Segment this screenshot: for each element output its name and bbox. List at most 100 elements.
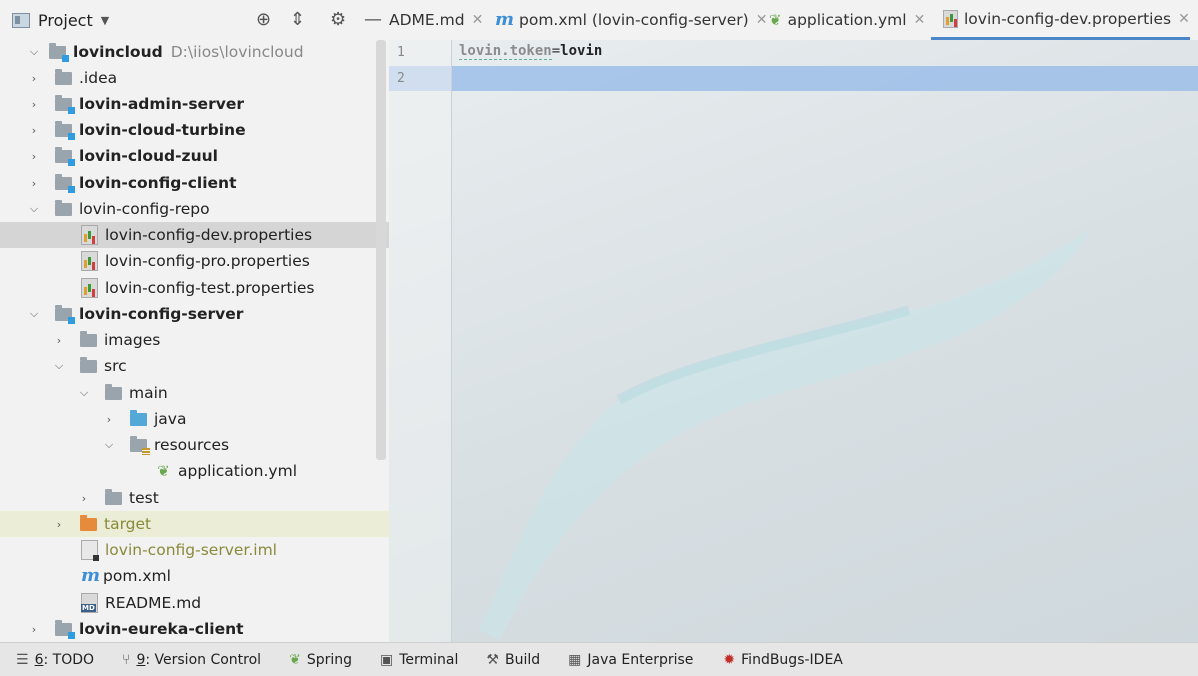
tab-lovin-config-dev-properties[interactable]: lovin-config-dev.properties ✕ (931, 0, 1190, 40)
chevron-right-icon[interactable]: › (102, 413, 116, 426)
spring-button[interactable]: ❦ Spring (289, 652, 352, 668)
code-editor[interactable]: 1 2 lovin.token=lovin (389, 40, 1198, 642)
chevron-right-icon[interactable]: › (27, 98, 41, 111)
maven-icon: m (495, 9, 515, 30)
tool-label: Spring (306, 651, 352, 668)
tree-node-lovin-config-test-properties[interactable]: lovin-config-test.properties (0, 275, 389, 301)
tab-application-yml[interactable]: ❦ application.yml ✕ (769, 0, 925, 40)
locate-icon[interactable]: ⊕ (256, 10, 271, 30)
tree-scrollbar[interactable] (376, 40, 386, 460)
tree-node-application-yml[interactable]: ❦ application.yml (0, 458, 389, 484)
tree-node-lovin-cloud-turbine[interactable]: › lovin-cloud-turbine (0, 117, 389, 143)
folder-icon (80, 356, 97, 373)
code-line[interactable]: lovin.token=lovin (459, 43, 603, 60)
tree-node-test[interactable]: › test (0, 485, 389, 511)
background-image (479, 230, 1089, 640)
chevron-right-icon[interactable]: › (77, 492, 91, 505)
tab-readme[interactable]: ADME.md ✕ (389, 0, 483, 40)
properties-file-icon (81, 251, 98, 271)
tree-node-lovin-config-client[interactable]: › lovin-config-client (0, 170, 389, 196)
project-view-selector[interactable]: Project ▼ (12, 11, 109, 30)
chevron-right-icon[interactable]: › (27, 124, 41, 137)
tree-node-lovin-eureka-client[interactable]: › lovin-eureka-client (0, 616, 389, 642)
tool-label: FindBugs-IDEA (741, 651, 843, 668)
tree-node-images[interactable]: › images (0, 327, 389, 353)
build-button[interactable]: ⚒ Build (486, 652, 540, 668)
tree-node-label: target (104, 515, 152, 533)
tree-node-lovin-admin-server[interactable]: › lovin-admin-server (0, 91, 389, 117)
tool-window-bar: ☰ 6: TODO ⑂ 9: Version Control ❦ Spring … (0, 642, 1198, 676)
close-icon[interactable]: ✕ (756, 12, 768, 28)
tree-node-idea[interactable]: › .idea (0, 65, 389, 91)
tab-pom-xml[interactable]: m pom.xml (lovin-config-server) ✕ (495, 0, 767, 40)
terminal-icon: ▣ (380, 651, 394, 668)
tree-node-resources[interactable]: ⌵ resources (0, 432, 389, 458)
chevron-down-icon[interactable]: ⌵ (77, 386, 91, 400)
excluded-folder-icon (80, 514, 97, 531)
chevron-down-icon: ▼ (100, 13, 110, 27)
close-icon[interactable]: ✕ (1178, 11, 1190, 27)
folder-icon (105, 488, 122, 505)
module-folder-icon (49, 42, 69, 62)
findbugs-button[interactable]: ✹ FindBugs-IDEA (723, 652, 842, 668)
tree-node-readme[interactable]: README.md (0, 590, 389, 616)
tree-node-label: lovincloud (73, 43, 163, 61)
chevron-right-icon[interactable]: › (52, 518, 66, 531)
close-icon[interactable]: ✕ (472, 12, 484, 28)
close-icon[interactable]: ✕ (914, 12, 926, 28)
tree-node-label: pom.xml (103, 567, 171, 585)
hammer-icon: ⚒ (486, 651, 499, 668)
chevron-down-icon[interactable]: ⌵ (52, 359, 66, 373)
module-folder-icon (55, 146, 75, 166)
folder-icon (80, 330, 97, 347)
todo-button[interactable]: ☰ 6: TODO (16, 652, 94, 668)
chevron-right-icon[interactable]: › (27, 150, 41, 163)
tree-node-pom-xml[interactable]: m pom.xml (0, 563, 389, 589)
hide-icon[interactable]: — (364, 10, 382, 30)
maven-icon: m (81, 565, 101, 586)
module-folder-icon (55, 304, 75, 324)
tree-node-target[interactable]: › target (0, 511, 389, 537)
tree-node-label: lovin-config-server.iml (105, 541, 277, 559)
tree-node-lovin-config-server[interactable]: ⌵ lovin-config-server (0, 301, 389, 327)
tool-label: Java Enterprise (587, 651, 694, 668)
tree-node-lovin-config-pro-properties[interactable]: lovin-config-pro.properties (0, 248, 389, 274)
chevron-right-icon[interactable]: › (27, 623, 41, 636)
tree-node-label: lovin-config-test.properties (105, 279, 315, 297)
version-control-button[interactable]: ⑂ 9: Version Control (122, 652, 261, 668)
gear-icon[interactable]: ⚙ (330, 10, 346, 30)
tree-node-label: lovin-config-server (79, 305, 244, 323)
chevron-right-icon[interactable]: › (27, 177, 41, 190)
tree-node-label: lovin-config-dev.properties (105, 226, 313, 244)
line-number: 2 (397, 71, 405, 86)
tree-node-lovin-config-dev-properties[interactable]: lovin-config-dev.properties (0, 222, 389, 248)
chevron-down-icon[interactable]: ⌵ (102, 438, 116, 452)
chevron-right-icon[interactable]: › (27, 72, 41, 85)
editor-tab-bar: ADME.md ✕ m pom.xml (lovin-config-server… (389, 0, 1198, 41)
tree-node-src[interactable]: ⌵ src (0, 353, 389, 379)
list-icon: ☰ (16, 651, 29, 668)
java-enterprise-button[interactable]: ▦ Java Enterprise (568, 652, 693, 668)
tree-node-lovin-config-repo[interactable]: ⌵ lovin-config-repo (0, 196, 389, 222)
tree-node-label: lovin-cloud-turbine (79, 121, 246, 139)
tree-node-label: .idea (79, 69, 118, 87)
tree-node-main[interactable]: ⌵ main (0, 380, 389, 406)
tree-node-label: lovin-eureka-client (79, 620, 244, 638)
module-folder-icon (55, 619, 75, 639)
terminal-button[interactable]: ▣ Terminal (380, 652, 458, 668)
tree-node-lovin-cloud-zuul[interactable]: › lovin-cloud-zuul (0, 143, 389, 169)
bug-icon: ✹ (723, 651, 736, 668)
tree-node-iml[interactable]: lovin-config-server.iml (0, 537, 389, 563)
tree-node-java[interactable]: › java (0, 406, 389, 432)
collapse-all-icon[interactable]: ⇕ (290, 10, 305, 30)
chevron-down-icon[interactable]: ⌵ (27, 202, 41, 216)
spring-yml-icon: ❦ (157, 462, 170, 480)
tree-node-label: test (129, 489, 159, 507)
tool-label: Terminal (399, 651, 459, 668)
tree-node-lovincloud[interactable]: ⌵ lovincloud D:\iios\lovincloud (0, 39, 389, 65)
chevron-right-icon[interactable]: › (52, 334, 66, 347)
property-value: lovin (560, 43, 603, 59)
project-tool-window: Project ▼ ⊕ ⇕ ⚙ — ⌵ lovincloud D:\iios\l… (0, 0, 390, 642)
chevron-down-icon[interactable]: ⌵ (27, 45, 41, 59)
chevron-down-icon[interactable]: ⌵ (27, 307, 41, 321)
